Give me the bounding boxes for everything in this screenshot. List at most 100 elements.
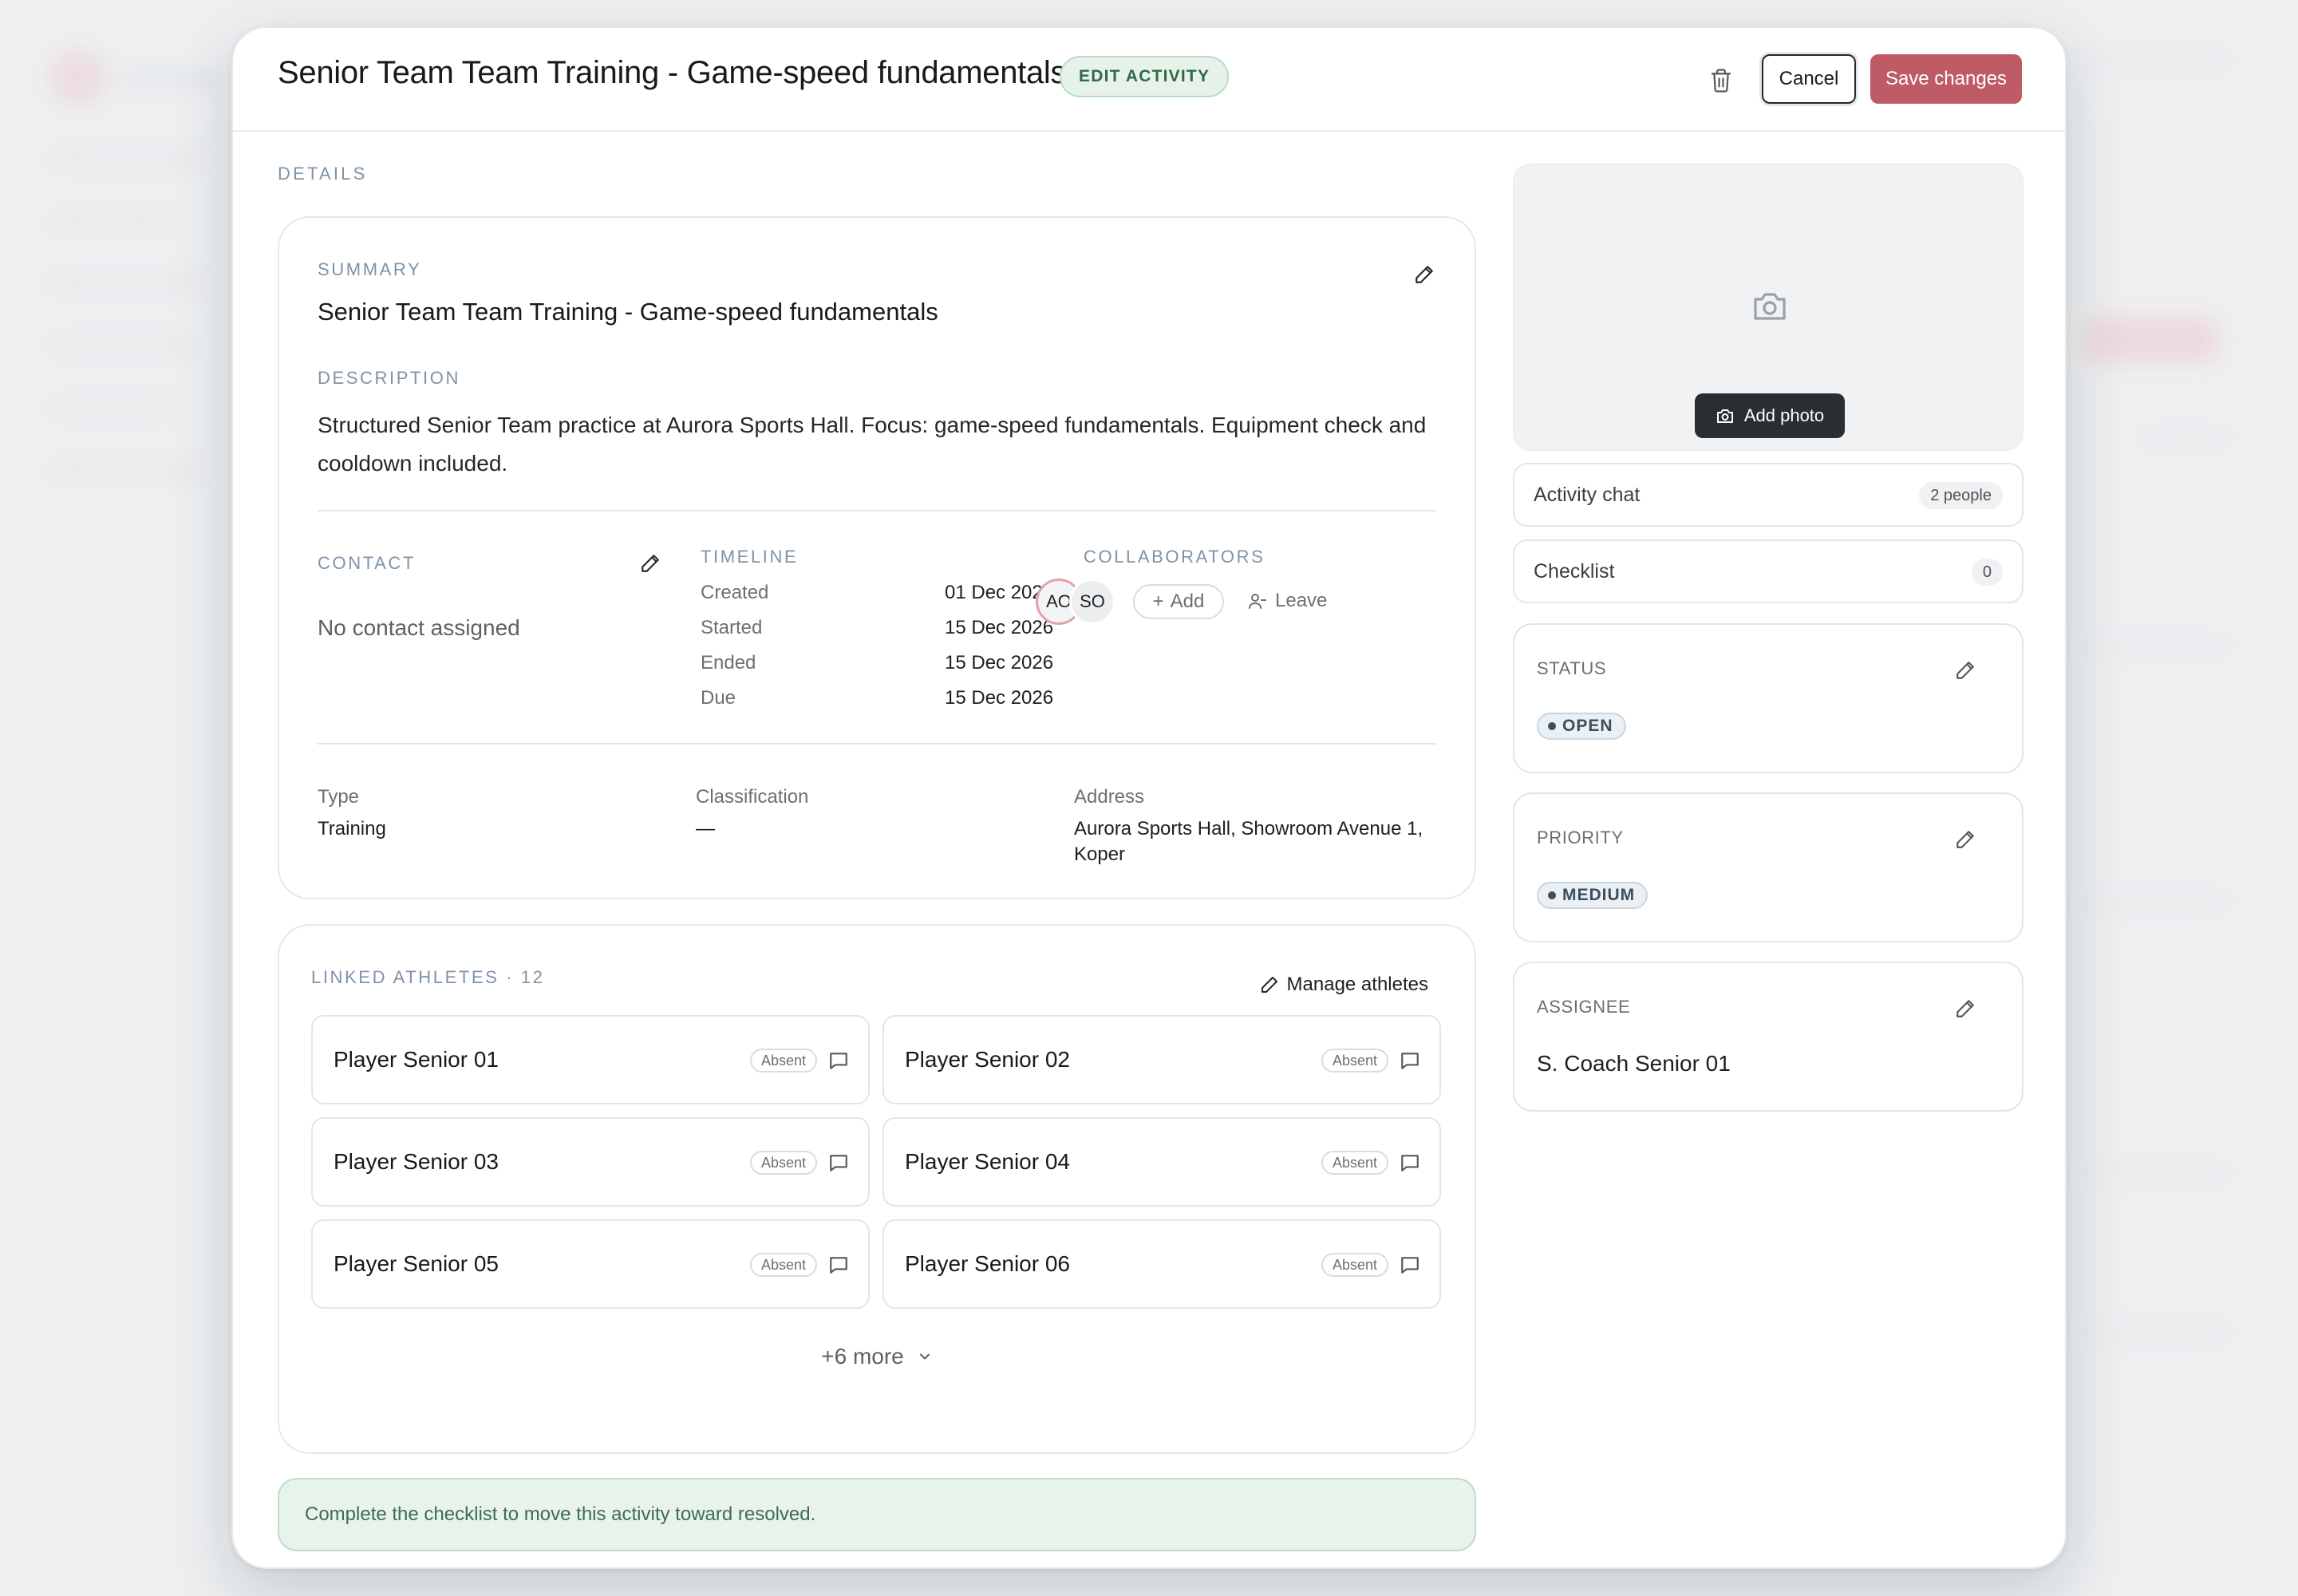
status-dot <box>1548 722 1556 730</box>
linked-athletes-card: LINKED ATHLETES · 12 Manage athletes Pla… <box>278 924 1476 1454</box>
attendance-chip[interactable]: Absent <box>749 1151 817 1175</box>
add-collaborator-label: Add <box>1170 591 1205 612</box>
cancel-button[interactable]: Cancel <box>1762 54 1856 104</box>
timeline-ended-value: 15 Dec 2026 <box>945 652 1054 674</box>
athlete-item[interactable]: Player Senior 03 Absent <box>311 1117 870 1207</box>
edit-contact-button[interactable] <box>638 551 662 575</box>
modal-header: Senior Team Team Training - Game-speed f… <box>233 28 2065 132</box>
message-button[interactable] <box>1398 1151 1422 1175</box>
camera-icon <box>1716 409 1733 423</box>
trash-icon <box>1711 69 1731 93</box>
camera-icon <box>1754 293 1786 320</box>
attendance-chip[interactable]: Absent <box>1321 1151 1388 1175</box>
activity-chat-row[interactable]: Activity chat 2 people <box>1513 463 2024 527</box>
divider <box>318 510 1436 512</box>
assignee-label: ASSIGNEE <box>1537 997 1631 1017</box>
athlete-name: Player Senior 03 <box>334 1149 499 1174</box>
chevron-down-icon <box>919 1353 930 1360</box>
show-more-label: +6 more <box>821 1344 904 1369</box>
athlete-item[interactable]: Player Senior 05 Absent <box>311 1219 870 1309</box>
timeline-due-value: 15 Dec 2026 <box>945 687 1054 709</box>
message-icon <box>1401 1257 1419 1274</box>
avatar[interactable]: SO <box>1069 579 1115 625</box>
athlete-name: Player Senior 06 <box>905 1251 1071 1276</box>
athlete-name: Player Senior 01 <box>334 1047 499 1072</box>
checklist-hint: Complete the checklist to move this acti… <box>278 1478 1476 1551</box>
delete-button[interactable] <box>1704 63 1739 98</box>
priority-card: PRIORITY MEDIUM <box>1513 792 2024 942</box>
pencil-icon <box>1956 662 1974 679</box>
status-badge: OPEN <box>1537 713 1626 740</box>
pencil-icon <box>1261 977 1277 993</box>
add-collaborator-button[interactable]: + Add <box>1133 584 1224 619</box>
linked-athletes-label: LINKED ATHLETES · 12 <box>311 967 545 987</box>
description-label: DESCRIPTION <box>318 368 460 388</box>
priority-dot <box>1548 891 1556 899</box>
edit-status-button[interactable] <box>1953 658 1977 682</box>
pencil-icon <box>1956 831 1974 848</box>
athlete-item[interactable]: Player Senior 02 Absent <box>882 1015 1441 1104</box>
summary-title: Senior Team Team Training - Game-speed f… <box>318 298 938 326</box>
message-icon <box>830 1257 847 1274</box>
save-changes-button[interactable]: Save changes <box>1870 54 2022 104</box>
athlete-name: Player Senior 02 <box>905 1047 1071 1072</box>
manage-athletes-button[interactable]: Manage athletes <box>1260 974 1428 996</box>
user-minus-icon <box>1249 594 1266 609</box>
type-value: Training <box>318 818 386 839</box>
message-button[interactable] <box>1398 1049 1422 1073</box>
attendance-chip[interactable]: Absent <box>1321 1253 1388 1277</box>
edit-activity-modal: Senior Team Team Training - Game-speed f… <box>231 26 2067 1569</box>
contact-label: CONTACT <box>318 553 416 573</box>
attendance-chip[interactable]: Absent <box>749 1253 817 1277</box>
plus-icon: + <box>1152 591 1164 612</box>
contact-value: No contact assigned <box>318 615 520 640</box>
priority-value: MEDIUM <box>1562 886 1636 904</box>
leave-button[interactable]: Leave <box>1248 590 1327 612</box>
checklist-label: Checklist <box>1534 560 1615 583</box>
checklist-row[interactable]: Checklist 0 <box>1513 539 2024 603</box>
message-button[interactable] <box>827 1049 851 1073</box>
photo-area: Add photo <box>1513 164 2024 451</box>
activity-chat-label: Activity chat <box>1534 484 1641 506</box>
edit-summary-button[interactable] <box>1412 263 1436 286</box>
pencil-icon <box>1416 266 1433 283</box>
modal-title: Senior Team Team Training - Game-speed f… <box>278 55 1067 90</box>
description-text: Structured Senior Team practice at Auror… <box>318 413 1427 476</box>
message-icon <box>830 1053 847 1069</box>
message-button[interactable] <box>827 1253 851 1277</box>
status-value: OPEN <box>1562 717 1613 735</box>
edit-priority-button[interactable] <box>1953 828 1977 851</box>
activity-chat-count: 2 people <box>1919 482 2003 509</box>
athlete-item[interactable]: Player Senior 04 Absent <box>882 1117 1441 1207</box>
type-key: Type <box>318 786 360 808</box>
collaborators-label: COLLABORATORS <box>1084 547 1265 567</box>
assignee-card: ASSIGNEE S. Coach Senior 01 <box>1513 962 2024 1112</box>
athlete-item[interactable]: Player Senior 01 Absent <box>311 1015 870 1104</box>
leave-label: Leave <box>1275 590 1328 611</box>
divider <box>318 743 1436 745</box>
athlete-item[interactable]: Player Senior 06 Absent <box>882 1219 1441 1309</box>
message-icon <box>1401 1155 1419 1171</box>
address-key: Address <box>1074 786 1145 808</box>
priority-badge: MEDIUM <box>1537 882 1648 909</box>
message-button[interactable] <box>1398 1253 1422 1277</box>
address-value: Aurora Sports Hall, Showroom Avenue 1, K… <box>1074 818 1423 865</box>
details-section-label: DETAILS <box>278 164 368 184</box>
message-icon <box>1401 1053 1419 1069</box>
pencil-icon <box>1956 1000 1974 1017</box>
summary-label: SUMMARY <box>318 259 422 279</box>
timeline-started-key: Started <box>701 617 763 638</box>
timeline-due-key: Due <box>701 687 736 709</box>
show-more-athletes-button[interactable]: +6 more <box>279 1344 1475 1369</box>
timeline-label: TIMELINE <box>701 547 799 567</box>
athlete-name: Player Senior 05 <box>334 1251 499 1276</box>
add-photo-button[interactable]: Add photo <box>1695 393 1845 438</box>
message-button[interactable] <box>827 1151 851 1175</box>
manage-athletes-label: Manage athletes <box>1286 974 1428 995</box>
priority-label: PRIORITY <box>1537 828 1624 847</box>
attendance-chip[interactable]: Absent <box>749 1049 817 1073</box>
edit-assignee-button[interactable] <box>1953 997 1977 1021</box>
pencil-icon <box>642 555 659 572</box>
message-icon <box>830 1155 847 1171</box>
attendance-chip[interactable]: Absent <box>1321 1049 1388 1073</box>
